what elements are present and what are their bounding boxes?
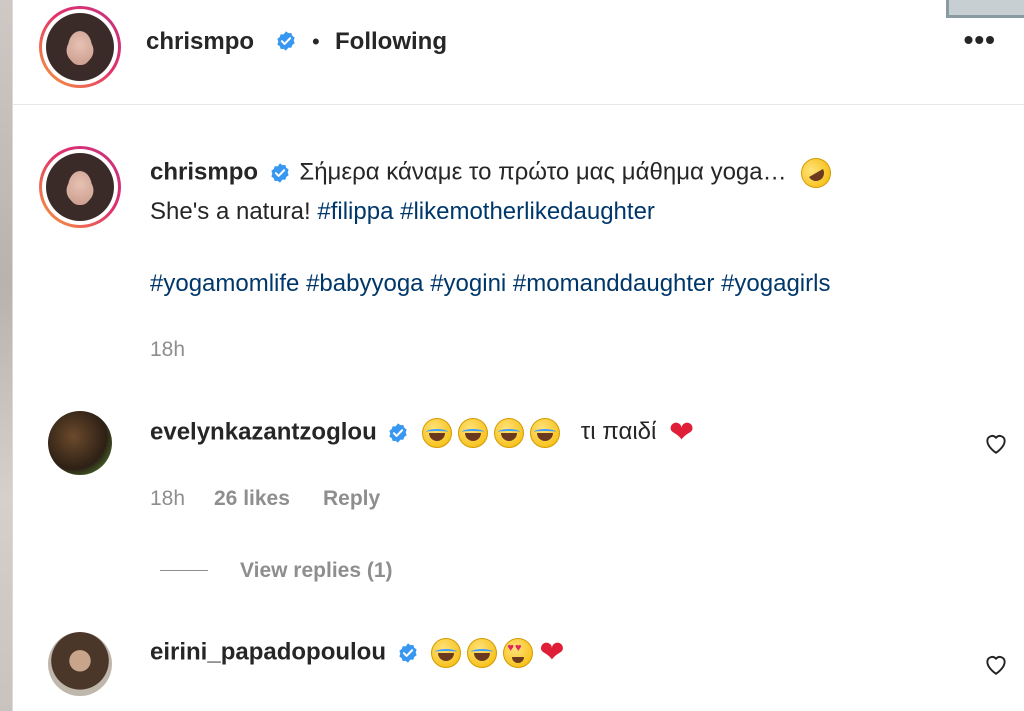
like-heart-icon[interactable] <box>983 652 1009 676</box>
face-with-tears-of-joy-emoji-icon <box>422 418 453 448</box>
comment-text: τι παιδί <box>580 418 657 446</box>
comment-body: evelynkazantzoglou τι παιδί ❤ <box>150 418 694 448</box>
caption-line-2: She's a natura! #filippa #likemotherlike… <box>150 198 655 226</box>
rolling-on-floor-laughing-emoji-icon <box>795 152 837 194</box>
caption-text-2: She's a natura! <box>150 198 318 225</box>
comment-body: eirini_papadopoulou ❤ <box>150 638 565 668</box>
hashtag-link[interactable]: #momanddaughter <box>513 270 714 297</box>
caption-line-1: chrismpo Σήμερα κάναμε το πρώτο μας μάθη… <box>150 152 837 194</box>
post-header: chrismpo • Following ••• <box>13 0 1024 105</box>
verified-badge-icon <box>389 423 408 443</box>
caption-avatar-ring[interactable] <box>39 146 121 228</box>
hashtag-link[interactable]: #babyyoga <box>306 270 423 297</box>
caption-text: Σήμερα κάναμε το πρώτο μας μάθημα yoga… <box>299 158 787 186</box>
red-heart-emoji-icon: ❤ <box>669 416 695 449</box>
comment-timestamp[interactable]: 18h <box>150 487 185 511</box>
like-heart-icon[interactable] <box>983 431 1009 455</box>
view-replies-button[interactable]: View replies (1) <box>240 559 393 583</box>
caption-avatar[interactable] <box>46 153 114 221</box>
following-button[interactable]: Following <box>335 28 447 56</box>
red-heart-emoji-icon: ❤ <box>539 636 565 669</box>
comment-username[interactable]: evelynkazantzoglou <box>150 418 377 445</box>
verified-badge-icon <box>271 163 289 183</box>
face-with-tears-of-joy-emoji-icon <box>530 418 561 448</box>
hashtag-link[interactable]: #yogamomlife <box>150 270 299 297</box>
hashtag-link[interactable]: #filippa <box>317 198 393 225</box>
caption-line-3: #yogamomlife #babyyoga #yogini #momandda… <box>150 270 830 298</box>
hashtag-link[interactable]: #likemotherlikedaughter <box>400 198 655 225</box>
background-window-edge <box>0 0 12 711</box>
reply-button[interactable]: Reply <box>323 487 380 511</box>
face-with-tears-of-joy-emoji-icon <box>494 418 525 448</box>
smiling-face-with-heart-eyes-emoji-icon <box>503 638 534 668</box>
profile-avatar-ring[interactable] <box>39 6 121 88</box>
caption-timestamp[interactable]: 18h <box>150 338 185 362</box>
verified-badge-icon <box>399 643 417 663</box>
hashtag-link[interactable]: #yogini <box>430 270 506 297</box>
caption-username[interactable]: chrismpo <box>150 158 258 185</box>
comment-likes-count[interactable]: 26 likes <box>214 487 290 511</box>
replies-divider <box>160 570 208 571</box>
header-separator: • <box>312 29 320 54</box>
face-with-tears-of-joy-emoji-icon <box>431 638 462 668</box>
face-with-tears-of-joy-emoji-icon <box>467 638 498 668</box>
more-options-icon[interactable]: ••• <box>964 26 996 54</box>
verified-badge-icon <box>277 31 295 51</box>
profile-avatar[interactable] <box>46 13 114 81</box>
header-username[interactable]: chrismpo <box>146 28 254 56</box>
commenter-avatar[interactable] <box>48 632 112 696</box>
commenter-avatar[interactable] <box>48 411 112 475</box>
face-with-tears-of-joy-emoji-icon <box>458 418 489 448</box>
comment-username[interactable]: eirini_papadopoulou <box>150 638 386 665</box>
panel-divider <box>12 0 13 711</box>
hashtag-link[interactable]: #yogagirls <box>721 270 830 297</box>
